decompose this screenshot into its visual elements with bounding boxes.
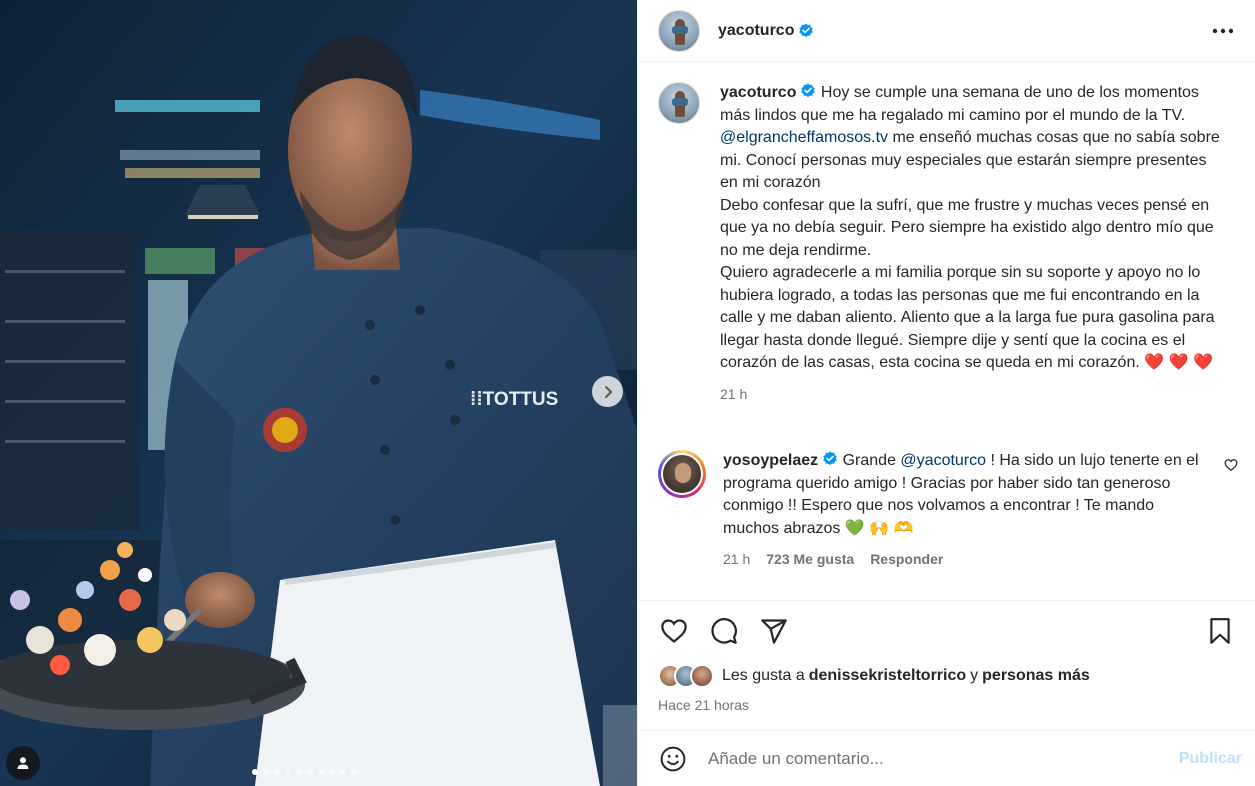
like-button[interactable] — [658, 615, 690, 647]
share-button[interactable] — [758, 615, 790, 647]
carousel-dot — [307, 769, 313, 775]
emoji-icon — [660, 746, 686, 771]
liker-avatars — [658, 664, 714, 688]
post-sidebar: yacoturco yacoturco Hoy se cumple una se… — [637, 0, 1255, 786]
carousel-dot — [285, 769, 291, 775]
likes-middle: y — [970, 667, 979, 684]
comment-mention-link[interactable]: @yacoturco — [900, 452, 986, 469]
post-actions-bar — [638, 600, 1255, 660]
likes-others-link[interactable]: personas más — [982, 667, 1090, 685]
likes-summary[interactable]: Les gusta a denissekristeltorrico y pers… — [658, 664, 1090, 688]
likes-prefix: Les gusta a — [722, 667, 805, 684]
svg-text:⁞⁞TOTTUS: ⁞⁞TOTTUS — [470, 389, 558, 410]
comment-likes[interactable]: 723 Me gusta — [766, 548, 854, 571]
emoji-button[interactable] — [658, 744, 688, 774]
post-media[interactable]: ⁞⁞TOTTUS — [0, 0, 637, 786]
comment-item: yosoypelaez Grande @yacoturco ! Ha sido … — [638, 450, 1255, 571]
carousel-dot — [252, 769, 258, 775]
caption-paragraph: Debo confesar que la sufrí, que me frust… — [720, 196, 1214, 259]
tagged-users-button[interactable] — [6, 746, 40, 780]
caption-username[interactable]: yacoturco — [720, 84, 796, 101]
more-icon — [1212, 28, 1234, 33]
post-timestamp[interactable]: Hace 21 horas — [658, 697, 749, 713]
author-username[interactable]: yacoturco — [718, 22, 794, 40]
verified-icon — [823, 451, 837, 466]
add-comment-bar: Publicar — [638, 730, 1255, 786]
commenter-avatar[interactable] — [658, 450, 706, 498]
heart-icon — [661, 618, 687, 643]
bookmark-icon — [1210, 617, 1230, 644]
caption-paragraph: Quiero agradecerle a mi familia porque s… — [720, 264, 1215, 371]
carousel-dot — [263, 769, 269, 775]
author-avatar[interactable] — [658, 9, 700, 52]
comment-input[interactable] — [708, 748, 1158, 769]
comment-icon — [711, 617, 737, 644]
caption-time[interactable]: 21 h — [720, 383, 747, 406]
user-tag-icon — [17, 757, 29, 769]
verified-icon — [799, 23, 814, 37]
verified-icon — [801, 83, 816, 98]
carousel-indicator — [252, 769, 357, 775]
comment-username[interactable]: yosoypelaez — [723, 452, 818, 469]
publish-button[interactable]: Publicar — [1179, 750, 1242, 768]
comment-text: Grande — [842, 452, 901, 469]
share-icon — [761, 618, 787, 644]
author-avatar[interactable] — [658, 82, 700, 124]
comment-time[interactable]: 21 h — [723, 548, 750, 571]
comment-button[interactable] — [708, 615, 740, 647]
more-options-button[interactable] — [1211, 19, 1235, 43]
reply-button[interactable]: Responder — [870, 548, 943, 571]
carousel-dot — [329, 769, 335, 775]
liker-username[interactable]: denissekristeltorrico — [809, 667, 966, 685]
carousel-dot — [296, 769, 302, 775]
chevron-right-icon — [604, 385, 612, 398]
caption: yacoturco Hoy se cumple una semana de un… — [638, 82, 1255, 405]
carousel-dot — [274, 769, 280, 775]
carousel-dot — [318, 769, 324, 775]
carousel-dot — [351, 769, 357, 775]
comments-section[interactable]: yacoturco Hoy se cumple una semana de un… — [638, 62, 1255, 600]
post-header: yacoturco — [638, 0, 1255, 62]
post-photo: ⁞⁞TOTTUS — [0, 0, 637, 786]
carousel-dot — [340, 769, 346, 775]
carousel-next-button[interactable] — [592, 376, 623, 407]
save-button[interactable] — [1204, 615, 1236, 647]
comment-like-icon[interactable] — [1224, 458, 1238, 472]
caption-mention-link[interactable]: @elgrancheffamosos.tv — [720, 129, 888, 146]
